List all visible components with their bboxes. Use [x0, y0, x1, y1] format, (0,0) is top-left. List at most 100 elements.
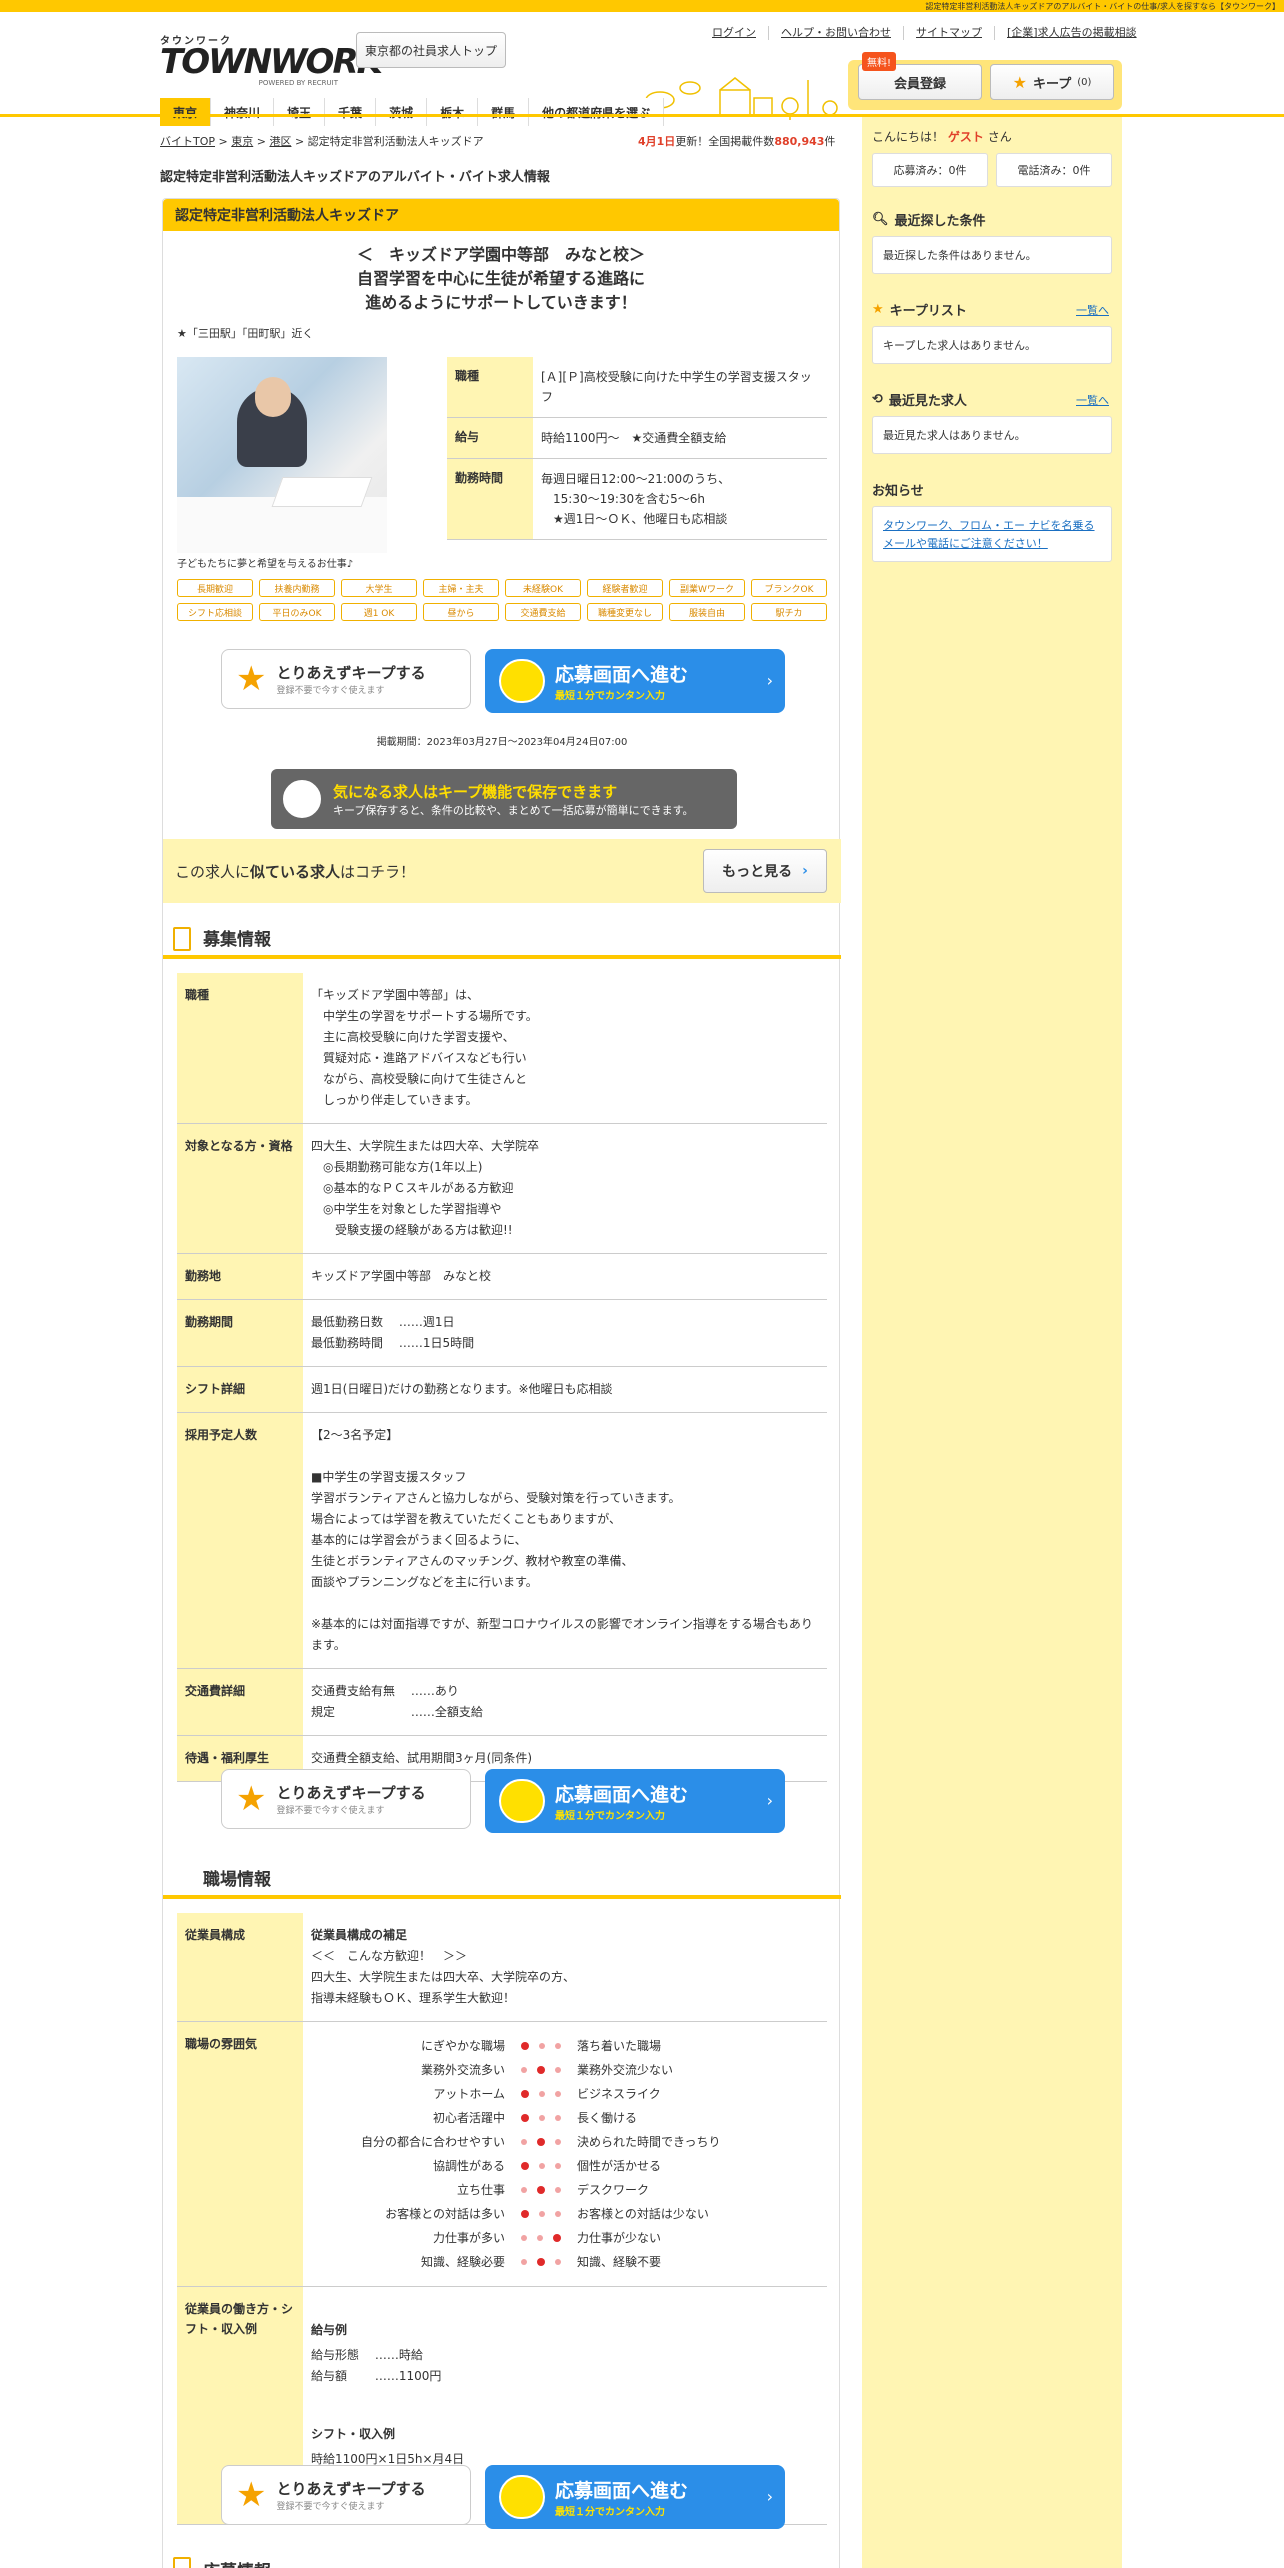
chevron-right-icon: › — [766, 671, 773, 690]
login-link[interactable]: ログイン — [700, 26, 769, 40]
corporate-ad-link[interactable]: [企業]求人広告の掲載相談 — [995, 26, 1149, 40]
atmosphere-right-label: 決められた時間できっちり — [577, 2135, 721, 2149]
feature-tag: 交通費支給 — [505, 603, 581, 621]
header-links: ログイン ヘルプ・お問い合わせ サイトマップ [企業]求人広告の掲載相談 — [700, 26, 1149, 40]
bird-mascot-icon — [283, 780, 321, 818]
nav-tokyo[interactable]: 東京 — [160, 98, 212, 126]
atmosphere-dot-selected — [521, 2210, 529, 2218]
table-row: 交通費詳細 交通費支給有無 ……あり 規定 ……全額支給 — [177, 1669, 827, 1736]
atmosphere-dot — [555, 2091, 561, 2097]
atmosphere-dots — [511, 2202, 571, 2226]
header: タウンワーク TOWNWORK POWERED BY RECRUIT 東京都の社… — [0, 12, 1284, 126]
summary-row-job-type: 職種 [Ａ][Ｐ]高校受験に向けた中学生の学習支援スタッフ — [447, 357, 827, 418]
atmosphere-dot-selected — [521, 2042, 529, 2050]
atmosphere-dot-selected — [537, 2138, 545, 2146]
atmosphere-left-label: 協調性がある — [432, 2159, 505, 2173]
recent-search-heading: 🔍︎ 最近探した条件 — [872, 212, 986, 229]
bird-mascot-icon — [499, 659, 545, 703]
atmosphere-dot — [521, 2067, 527, 2073]
keeplist-link[interactable]: 一覧へ — [1076, 302, 1109, 318]
breadcrumb-tokyo[interactable]: 東京 — [231, 135, 253, 148]
notice-heading: お知らせ — [872, 484, 924, 499]
atmosphere-dot — [539, 2043, 545, 2049]
table-row: 対象となる方・資格 四大生、大学院生または四大卒、大学院卒 ◎長期勤務可能な方(1… — [177, 1124, 827, 1254]
feature-tag: シフト応相談 — [177, 603, 253, 621]
table-row: 職種 「キッズドア学園中等部」は、 中学生の学習をサポートする場所です。 主に高校… — [177, 973, 827, 1124]
sitemap-link[interactable]: サイトマップ — [904, 26, 995, 40]
region-top-button[interactable]: 東京都の社員求人トップ — [356, 32, 506, 68]
breadcrumb-minato[interactable]: 港区 — [269, 135, 291, 148]
keep-job-button[interactable]: ★ とりあえずキープする 登録不要で今すぐ使えます — [221, 1769, 471, 1829]
see-more-button[interactable]: もっと見る › — [703, 849, 827, 893]
keep-feature-banner[interactable]: 気になる求人はキープ機能で保存できます キープ保存すると、条件の比較や、まとめて一… — [271, 769, 737, 829]
bird-mascot-icon — [499, 1779, 545, 1823]
star-icon: ★ — [236, 2475, 267, 2515]
atmosphere-dot-selected — [521, 2114, 529, 2122]
photo-caption: 子どもたちに夢と希望を与えるお仕事♪ — [177, 559, 354, 570]
keeplist-box: キープした求人はありません。 — [872, 326, 1112, 364]
help-link[interactable]: ヘルプ・お問い合わせ — [769, 26, 904, 40]
memo-icon — [173, 927, 191, 951]
atmosphere-right-label: 知識、経験不要 — [577, 2255, 662, 2269]
apply-button[interactable]: 応募画面へ進む 最短１分でカンタン入力 › — [485, 649, 785, 713]
atmosphere-right-label: 個性が活かせる — [577, 2159, 662, 2173]
action-buttons-bottom: ★ とりあえずキープする 登録不要で今すぐ使えます 応募画面へ進む 最短１分でカンタ… — [221, 2465, 791, 2531]
atmosphere-left-label: 力仕事が多い — [432, 2231, 505, 2245]
chevron-right-icon: › — [802, 863, 808, 879]
memo-icon — [173, 2557, 191, 2568]
recent-view-link[interactable]: 一覧へ — [1076, 392, 1109, 408]
apply-button[interactable]: 応募画面へ進む 最短１分でカンタン入力 › — [485, 1769, 785, 1833]
atmosphere-right-label: デスクワーク — [577, 2183, 650, 2197]
keep-button[interactable]: ★ キープ (0) — [990, 64, 1114, 100]
townwork-logo[interactable]: タウンワーク TOWNWORK POWERED BY RECRUIT — [160, 32, 383, 87]
bird-mascot-icon — [499, 2475, 545, 2519]
atmosphere-right-label: 長く働ける — [577, 2111, 638, 2125]
atmosphere-dot — [555, 2067, 561, 2073]
posting-period: 掲載期間：2023年03月27日～2023年04月24日07:00 — [376, 737, 628, 748]
atmosphere-dot — [555, 2259, 561, 2265]
feature-tag: 平日のみOK — [259, 603, 335, 621]
feature-tag: 経験者歓迎 — [587, 579, 663, 597]
atmosphere-scale: にぎやかな職場 落ち着いた職場 業務外交流多い 業務外交流少ない アットホーム ビジネスラ… — [311, 2034, 819, 2274]
atmosphere-dots — [511, 2058, 571, 2082]
application-section-title: 応募情報 — [163, 2549, 841, 2568]
atmosphere-dots — [511, 2034, 571, 2058]
nav-gunma[interactable]: 群馬 — [478, 98, 530, 126]
atmosphere-left-label: アットホーム — [433, 2087, 505, 2101]
breadcrumb: バイトTOP > 東京 > 港区 > 認定特定非営利活動法人キッズドア — [160, 135, 484, 148]
action-buttons-middle: ★ とりあえずキープする 登録不要で今すぐ使えます 応募画面へ進む 最短１分でカンタ… — [221, 1769, 791, 1835]
atmosphere-left-label: 初心者活躍中 — [432, 2111, 505, 2125]
nav-saitama[interactable]: 埼玉 — [274, 98, 326, 126]
atmosphere-left-label: 知識、経験必要 — [420, 2255, 505, 2269]
page-title: 認定特定非営利活動法人キッズドアのアルバイト・バイト求人情報 — [160, 170, 550, 185]
atmosphere-dot-selected — [537, 2066, 545, 2074]
keep-job-button[interactable]: ★ とりあえずキープする 登録不要で今すぐ使えます — [221, 649, 471, 709]
apply-button[interactable]: 応募画面へ進む 最短１分でカンタン入力 › — [485, 2465, 785, 2529]
star-icon: ★ — [236, 659, 267, 699]
atmosphere-dot — [521, 2235, 527, 2241]
recent-view-heading: ⟲ 最近見た求人 — [872, 392, 967, 409]
action-buttons-top: ★ とりあえずキープする 登録不要で今すぐ使えます 応募画面へ進む 最短１分でカンタ… — [221, 649, 791, 715]
breadcrumb-baito-top[interactable]: バイトTOP — [160, 135, 215, 148]
atmosphere-dot — [539, 2091, 545, 2097]
atmosphere-dot — [555, 2115, 561, 2121]
job-photo — [177, 357, 387, 553]
atmosphere-right-label: 業務外交流少ない — [577, 2063, 674, 2077]
keeplist-heading: ★ キープリスト — [872, 302, 967, 319]
nav-ibaraki[interactable]: 茨城 — [376, 98, 428, 126]
notice-link[interactable]: タウンワーク、フロム・エー ナビを名乗るメールや電話にご注意ください！ — [872, 506, 1112, 562]
nav-other-prefecture[interactable]: 他の都道府県を選ぶ — [529, 98, 665, 126]
atmosphere-dots — [511, 2226, 571, 2250]
atmosphere-dots — [511, 2082, 571, 2106]
atmosphere-dots — [511, 2178, 571, 2202]
recruitment-table: 職種 「キッズドア学園中等部」は、 中学生の学習をサポートする場所です。 主に高校… — [177, 973, 827, 1782]
nav-kanagawa[interactable]: 神奈川 — [211, 98, 275, 126]
recent-view-box: 最近見た求人はありません。 — [872, 416, 1112, 454]
recruitment-section-title: 募集情報 — [163, 919, 841, 959]
nav-chiba[interactable]: 千葉 — [325, 98, 377, 126]
keep-job-button[interactable]: ★ とりあえずキープする 登録不要で今すぐ使えます — [221, 2465, 471, 2525]
atmosphere-dot-selected — [553, 2234, 561, 2242]
atmosphere-right-label: 力仕事が少ない — [577, 2231, 662, 2245]
breadcrumb-current: 認定特定非営利活動法人キッズドア — [307, 135, 484, 148]
nav-tochigi[interactable]: 栃木 — [427, 98, 479, 126]
